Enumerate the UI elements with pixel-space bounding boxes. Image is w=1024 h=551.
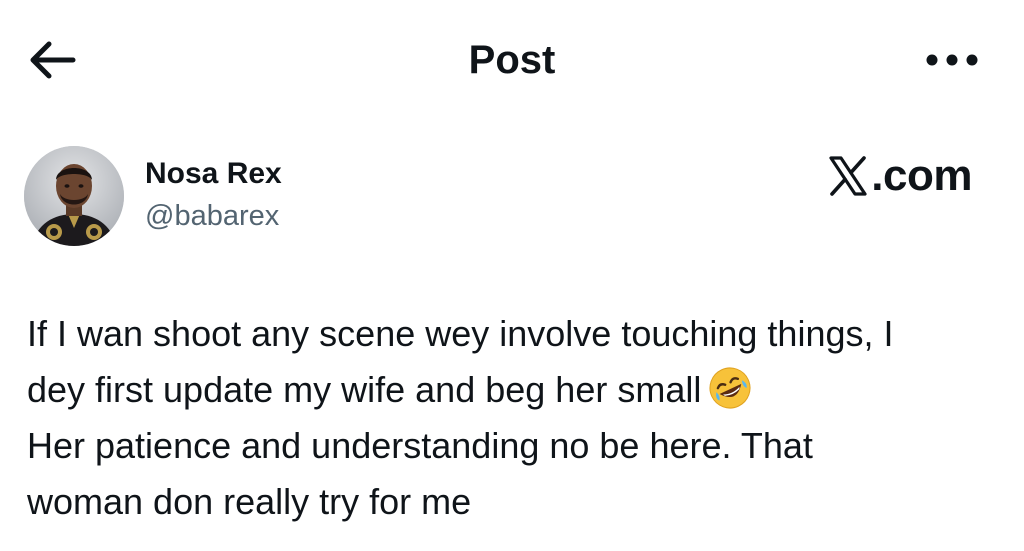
post-text: If I wan shoot any scene wey involve tou…: [27, 306, 997, 530]
rolling-on-the-floor-laughing-emoji: [709, 367, 751, 409]
brand-text: .com: [871, 151, 972, 200]
more-horizontal-icon: [926, 54, 978, 66]
back-button[interactable]: [24, 34, 80, 86]
post-text-line: Her patience and understanding no be her…: [27, 425, 813, 466]
page-title: Post: [468, 38, 556, 82]
arrow-left-icon: [30, 41, 76, 79]
post-text-line: If I wan shoot any scene wey involve tou…: [27, 313, 894, 354]
x-logo-icon: [829, 156, 867, 196]
post-text-segment: dey first update my wife and beg her sma…: [27, 369, 702, 410]
author-handle[interactable]: @babarex: [145, 198, 279, 234]
avatar[interactable]: [24, 146, 124, 246]
x-com-watermark: .com: [827, 152, 972, 200]
author-display-name[interactable]: Nosa Rex: [145, 156, 282, 192]
avatar-photo: [24, 146, 124, 246]
more-options-button[interactable]: [922, 44, 982, 76]
post-text-line: dey first update my wife and beg her sma…: [27, 362, 997, 418]
top-bar: Post: [0, 0, 1024, 120]
post-text-line: woman don really try for me: [27, 481, 472, 522]
